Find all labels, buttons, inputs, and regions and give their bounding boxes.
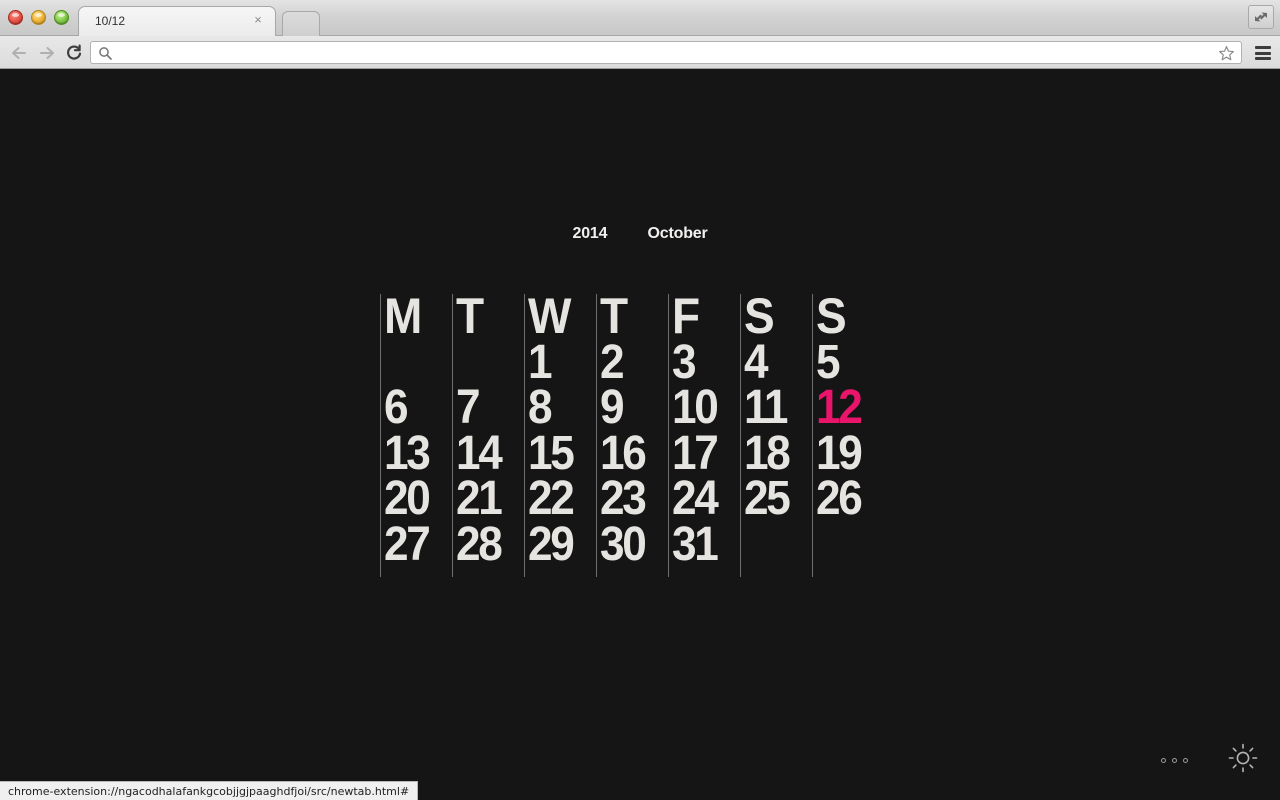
day-of-week-label: F xyxy=(672,288,700,344)
calendar-column: S 5 12 19 26 xyxy=(812,288,884,577)
calendar-day[interactable]: 14 xyxy=(456,429,519,476)
calendar-column: S 4 11 18 25 xyxy=(740,288,812,577)
day-of-week-label: T xyxy=(456,288,484,344)
browser-window: 10/12 × 2014 October M 6 13 20 27 T 7 14… xyxy=(0,0,1280,800)
calendar-column: M 6 13 20 27 xyxy=(380,288,452,577)
newtab-page: 2014 October M 6 13 20 27 T 7 14 21 28 W 1 8 15 22 29… xyxy=(0,70,1280,800)
new-tab-button[interactable] xyxy=(282,11,320,36)
calendar-day-empty xyxy=(384,340,447,386)
brightness-sun-icon[interactable] xyxy=(1228,743,1258,778)
close-tab-icon[interactable]: × xyxy=(251,13,265,27)
calendar-day[interactable]: 4 xyxy=(744,338,807,385)
search-icon xyxy=(98,46,113,61)
calendar-header: 2014 October xyxy=(0,225,1280,243)
calendar-day[interactable]: 27 xyxy=(384,520,447,567)
calendar-year: 2014 xyxy=(572,225,608,242)
calendar-day[interactable]: 24 xyxy=(672,475,735,522)
calendar-day[interactable]: 16 xyxy=(600,429,663,476)
day-of-week-label: W xyxy=(528,288,571,344)
calendar-day[interactable]: 18 xyxy=(744,429,807,476)
calendar-day[interactable]: 17 xyxy=(672,429,735,476)
chrome-menu-icon[interactable] xyxy=(1252,43,1274,63)
reload-icon[interactable] xyxy=(63,42,85,64)
calendar-day[interactable]: 23 xyxy=(600,475,663,522)
navigation-toolbar xyxy=(0,36,1280,69)
tab-title: 10/12 xyxy=(95,14,126,28)
minimize-window-button[interactable] xyxy=(31,10,46,25)
calendar-day[interactable]: 22 xyxy=(528,475,591,522)
day-of-week-label: T xyxy=(600,288,628,344)
calendar-day[interactable]: 2 xyxy=(600,338,663,385)
calendar-grid: M 6 13 20 27 T 7 14 21 28 W 1 8 15 22 29 T 2 9 16 23 30 F 3 10… xyxy=(380,288,884,577)
fullscreen-icon[interactable] xyxy=(1248,5,1274,29)
title-bar: 10/12 × xyxy=(0,0,1280,36)
zoom-window-button[interactable] xyxy=(54,10,69,25)
calendar-day[interactable]: 25 xyxy=(744,475,807,522)
back-icon[interactable] xyxy=(8,42,30,64)
bookmark-star-icon[interactable] xyxy=(1218,45,1235,62)
calendar-day-empty xyxy=(456,340,519,386)
calendar-day[interactable]: 19 xyxy=(816,429,879,476)
day-of-week-label: M xyxy=(384,288,422,344)
address-bar[interactable] xyxy=(90,41,1242,64)
day-of-week-label: S xyxy=(816,288,847,344)
calendar-day-today[interactable]: 12 xyxy=(816,384,879,431)
calendar-month: October xyxy=(647,225,708,242)
calendar-column: W 1 8 15 22 29 xyxy=(524,288,596,577)
calendar-day[interactable]: 10 xyxy=(672,384,735,431)
calendar-column: T 2 9 16 23 30 xyxy=(596,288,668,577)
close-window-button[interactable] xyxy=(8,10,23,25)
calendar-day[interactable]: 28 xyxy=(456,520,519,567)
calendar-column: F 3 10 17 24 31 xyxy=(668,288,740,577)
browser-tab[interactable]: 10/12 × xyxy=(78,6,276,36)
calendar-day[interactable]: 9 xyxy=(600,384,663,431)
day-of-week-label: S xyxy=(744,288,775,344)
calendar-day[interactable]: 30 xyxy=(600,520,663,567)
calendar-day-empty xyxy=(744,522,807,568)
calendar-column: T 7 14 21 28 xyxy=(452,288,524,577)
calendar-day[interactable]: 6 xyxy=(384,384,447,431)
calendar-day[interactable]: 20 xyxy=(384,475,447,522)
calendar-day[interactable]: 31 xyxy=(672,520,735,567)
browser-chrome: 10/12 × xyxy=(0,0,1280,70)
calendar-day[interactable]: 26 xyxy=(816,475,879,522)
calendar-day[interactable]: 5 xyxy=(816,338,879,385)
calendar-day[interactable]: 3 xyxy=(672,338,735,385)
calendar-day[interactable]: 7 xyxy=(456,384,519,431)
calendar-day[interactable]: 8 xyxy=(528,384,591,431)
window-controls xyxy=(8,10,69,25)
footer-icons xyxy=(1161,743,1258,778)
calendar-day[interactable]: 15 xyxy=(528,429,591,476)
forward-icon[interactable] xyxy=(36,42,58,64)
calendar-day[interactable]: 11 xyxy=(744,384,807,431)
calendar-day[interactable]: 29 xyxy=(528,520,591,567)
calendar-day[interactable]: 1 xyxy=(528,338,591,385)
options-dots-icon[interactable] xyxy=(1161,758,1188,763)
calendar-day[interactable]: 13 xyxy=(384,429,447,476)
calendar-day[interactable]: 21 xyxy=(456,475,519,522)
url-input[interactable] xyxy=(119,45,1207,61)
calendar-day-empty xyxy=(816,522,879,568)
status-bar-url: chrome-extension://ngacodhalafankgcobjjg… xyxy=(0,781,419,800)
